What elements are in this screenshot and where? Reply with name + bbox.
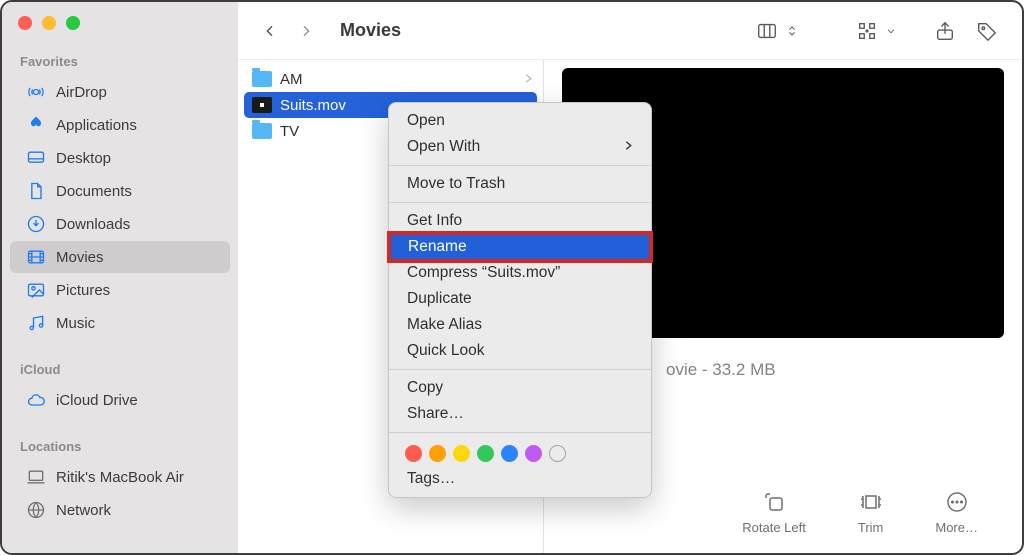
sidebar-item-macbook[interactable]: Ritik's MacBook Air [10,461,230,493]
sidebar-item-label: Music [56,315,95,332]
sidebar-item-applications[interactable]: Applications [10,109,230,141]
file-name: Suits.mov [280,97,346,114]
sidebar-item-music[interactable]: Music [10,307,230,339]
window-title: Movies [340,20,401,41]
sidebar-item-network[interactable]: Network [10,494,230,526]
sidebar-item-label: iCloud Drive [56,392,138,409]
movie-file-icon [252,97,272,113]
ctx-duplicate[interactable]: Duplicate [389,286,651,312]
sidebar-item-label: Pictures [56,282,110,299]
columns-view-icon [750,17,784,45]
ctx-copy[interactable]: Copy [389,375,651,401]
laptop-icon [26,467,46,487]
ctx-open[interactable]: Open [389,108,651,134]
icloud-icon [26,390,46,410]
toolbar: Movies [238,2,1022,60]
sidebar-item-icloud-drive[interactable]: iCloud Drive [10,384,230,416]
airdrop-icon [26,82,46,102]
network-icon [26,500,46,520]
pictures-icon [26,280,46,300]
sidebar-item-label: Downloads [56,216,130,233]
more-icon [945,490,969,514]
sidebar-section-locations: Locations [2,439,238,460]
sidebar-item-airdrop[interactable]: AirDrop [10,76,230,108]
separator [389,165,651,166]
ctx-tag-colors [389,438,651,466]
desktop-icon [26,148,46,168]
sidebar-item-label: Ritik's MacBook Air [56,469,184,486]
chevron-right-icon [524,71,533,88]
sidebar-item-label: Desktop [56,150,111,167]
action-label: Rotate Left [742,520,806,535]
minimize-window-button[interactable] [42,16,56,30]
ctx-quick-look[interactable]: Quick Look [389,338,651,364]
rotate-left-button[interactable]: Rotate Left [742,490,806,535]
tags-button[interactable] [970,17,1004,45]
zoom-window-button[interactable] [66,16,80,30]
group-by-button[interactable] [850,17,898,45]
tag-blue[interactable] [501,445,518,462]
sidebar-section-icloud: iCloud [2,362,238,383]
file-name: TV [280,123,299,140]
trim-icon [859,490,883,514]
movies-icon [26,247,46,267]
sidebar-item-documents[interactable]: Documents [10,175,230,207]
sidebar-item-label: Applications [56,117,137,134]
file-name: AM [280,71,303,88]
sidebar-item-movies[interactable]: Movies [10,241,230,273]
sidebar-item-label: Documents [56,183,132,200]
list-item[interactable]: AM [238,66,543,92]
tag-yellow[interactable] [453,445,470,462]
tag-green[interactable] [477,445,494,462]
separator [389,202,651,203]
nav-forward-button[interactable] [292,17,320,45]
tag-orange[interactable] [429,445,446,462]
ctx-make-alias[interactable]: Make Alias [389,312,651,338]
grid-icon [850,17,884,45]
tag-red[interactable] [405,445,422,462]
rotate-left-icon [762,490,786,514]
applications-icon [26,115,46,135]
sidebar-item-label: Network [56,502,111,519]
ctx-get-info[interactable]: Get Info [389,208,651,234]
tag-purple[interactable] [525,445,542,462]
finder-window: Favorites AirDrop Applications Desktop D… [0,0,1024,555]
chevron-updown-icon [784,17,800,45]
sidebar-item-label: AirDrop [56,84,107,101]
sidebar-section-favorites: Favorites [2,54,238,75]
close-window-button[interactable] [18,16,32,30]
context-menu: Open Open With Move to Trash Get Info Re… [388,102,652,498]
window-controls [2,16,238,30]
music-icon [26,313,46,333]
sidebar: Favorites AirDrop Applications Desktop D… [2,2,238,553]
action-label: Trim [858,520,884,535]
ctx-compress[interactable]: Compress “Suits.mov” [389,260,651,286]
view-mode-switcher[interactable] [750,17,800,45]
nav-back-button[interactable] [256,17,284,45]
ctx-move-to-trash[interactable]: Move to Trash [389,171,651,197]
ctx-rename[interactable]: Rename [390,234,650,260]
sidebar-item-downloads[interactable]: Downloads [10,208,230,240]
folder-icon [252,71,272,87]
more-button[interactable]: More… [935,490,978,535]
separator [389,432,651,433]
sidebar-item-desktop[interactable]: Desktop [10,142,230,174]
documents-icon [26,181,46,201]
ctx-open-with[interactable]: Open With [389,134,651,160]
share-button[interactable] [928,17,962,45]
trim-button[interactable]: Trim [858,490,884,535]
separator [389,369,651,370]
ctx-tags[interactable]: Tags… [389,466,651,492]
chevron-right-icon [624,138,633,156]
tag-none[interactable] [549,445,566,462]
downloads-icon [26,214,46,234]
sidebar-item-label: Movies [56,249,104,266]
ctx-share[interactable]: Share… [389,401,651,427]
chevron-down-icon [884,17,898,45]
sidebar-item-pictures[interactable]: Pictures [10,274,230,306]
action-label: More… [935,520,978,535]
folder-icon [252,123,272,139]
